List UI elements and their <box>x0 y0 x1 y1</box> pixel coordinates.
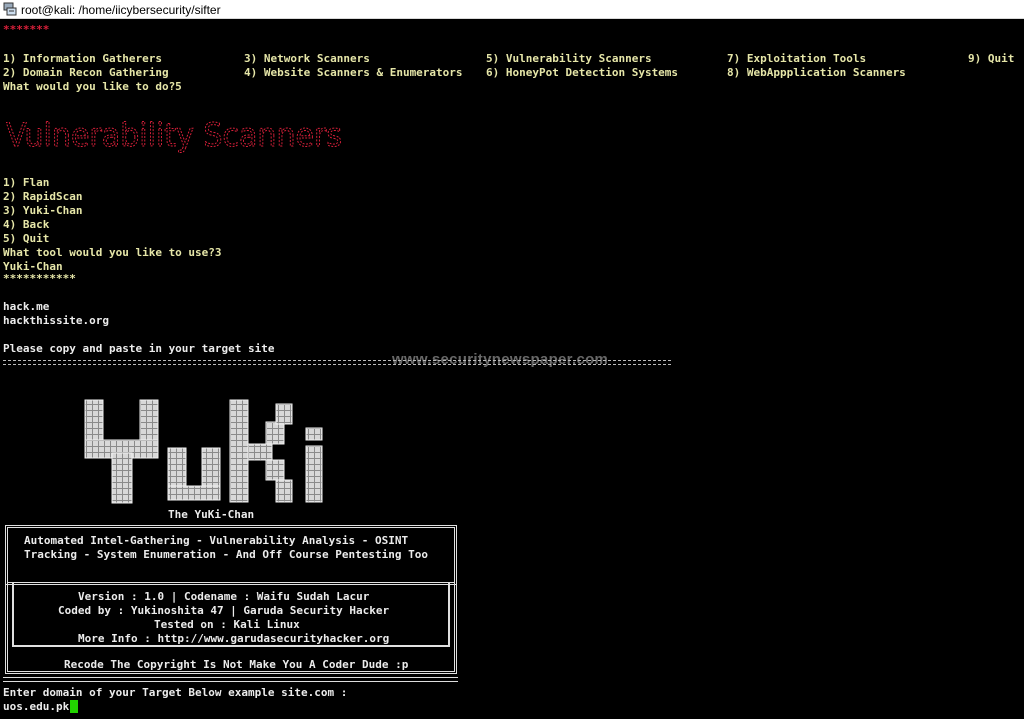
terminal-screen[interactable]: ******* 1) Information Gatherers 2) Doma… <box>0 20 1024 719</box>
bottom-separator <box>3 677 458 682</box>
menu-item-2: 2) Domain Recon Gathering <box>3 66 169 79</box>
stars-mid: *********** <box>3 272 76 285</box>
watermark: www.securitynewspaper.com <box>392 351 609 368</box>
vulnerability-scanners-banner: Vulnerability Scanners <box>6 116 343 155</box>
tool-option-3: 3) Yuki-Chan <box>3 204 83 217</box>
paste-prompt: Please copy and paste in your target sit… <box>3 342 275 355</box>
terminal-cursor <box>70 700 78 713</box>
enter-domain-prompt: Enter domain of your Target Below exampl… <box>3 686 348 699</box>
desc-line-2: Tracking - System Enumeration - And Off … <box>24 548 428 561</box>
window-titlebar[interactable]: root@kali: /home/iicybersecurity/sifter <box>0 0 1024 19</box>
prompt-tool: What tool would you like to use?3 <box>3 246 222 259</box>
stars-top: ******* <box>3 23 50 36</box>
menu-item-6: 6) HoneyPot Detection Systems <box>486 66 679 79</box>
prompt-main: What would you like to do?5 <box>3 80 182 93</box>
domain-input[interactable]: uos.edu.pk <box>3 700 69 713</box>
info-tested-on: Tested on : Kali Linux <box>154 618 300 631</box>
putty-terminal-icon <box>3 2 17 16</box>
tool-option-1: 1) Flan <box>3 176 50 189</box>
menu-item-5: 5) Vulnerability Scanners <box>486 52 652 65</box>
menu-item-3: 3) Network Scanners <box>244 52 370 65</box>
banner-text: Vulnerability Scanners <box>6 116 342 154</box>
tool-option-4: 4) Back <box>3 218 50 231</box>
window-title: root@kali: /home/iicybersecurity/sifter <box>21 3 221 17</box>
info-version: Version : 1.0 | Codename : Waifu Sudah L… <box>78 590 370 603</box>
target-hackme: hack.me <box>3 300 50 313</box>
yuki-caption: The YuKi-Chan <box>168 508 255 521</box>
info-coded-by: Coded by : Yukinoshita 47 | Garuda Secur… <box>58 604 390 617</box>
tool-option-2: 2) RapidScan <box>3 190 83 203</box>
yuki-ascii-logo <box>84 399 323 504</box>
target-hackthissite: hackthissite.org <box>3 314 109 327</box>
menu-item-8: 8) WebAppplication Scanners <box>727 66 906 79</box>
desc-line-1: Automated Intel-Gathering - Vulnerabilit… <box>24 534 409 547</box>
info-more-info: More Info : http://www.garudasecurityhac… <box>78 632 390 645</box>
menu-item-9: 9) Quit <box>968 52 1015 65</box>
menu-item-1: 1) Information Gatherers <box>3 52 162 65</box>
recode-line: Recode The Copyright Is Not Make You A C… <box>64 658 409 671</box>
tool-option-5: 5) Quit <box>3 232 50 245</box>
menu-item-4: 4) Website Scanners & Enumerators <box>244 66 463 79</box>
menu-item-7: 7) Exploitation Tools <box>727 52 867 65</box>
